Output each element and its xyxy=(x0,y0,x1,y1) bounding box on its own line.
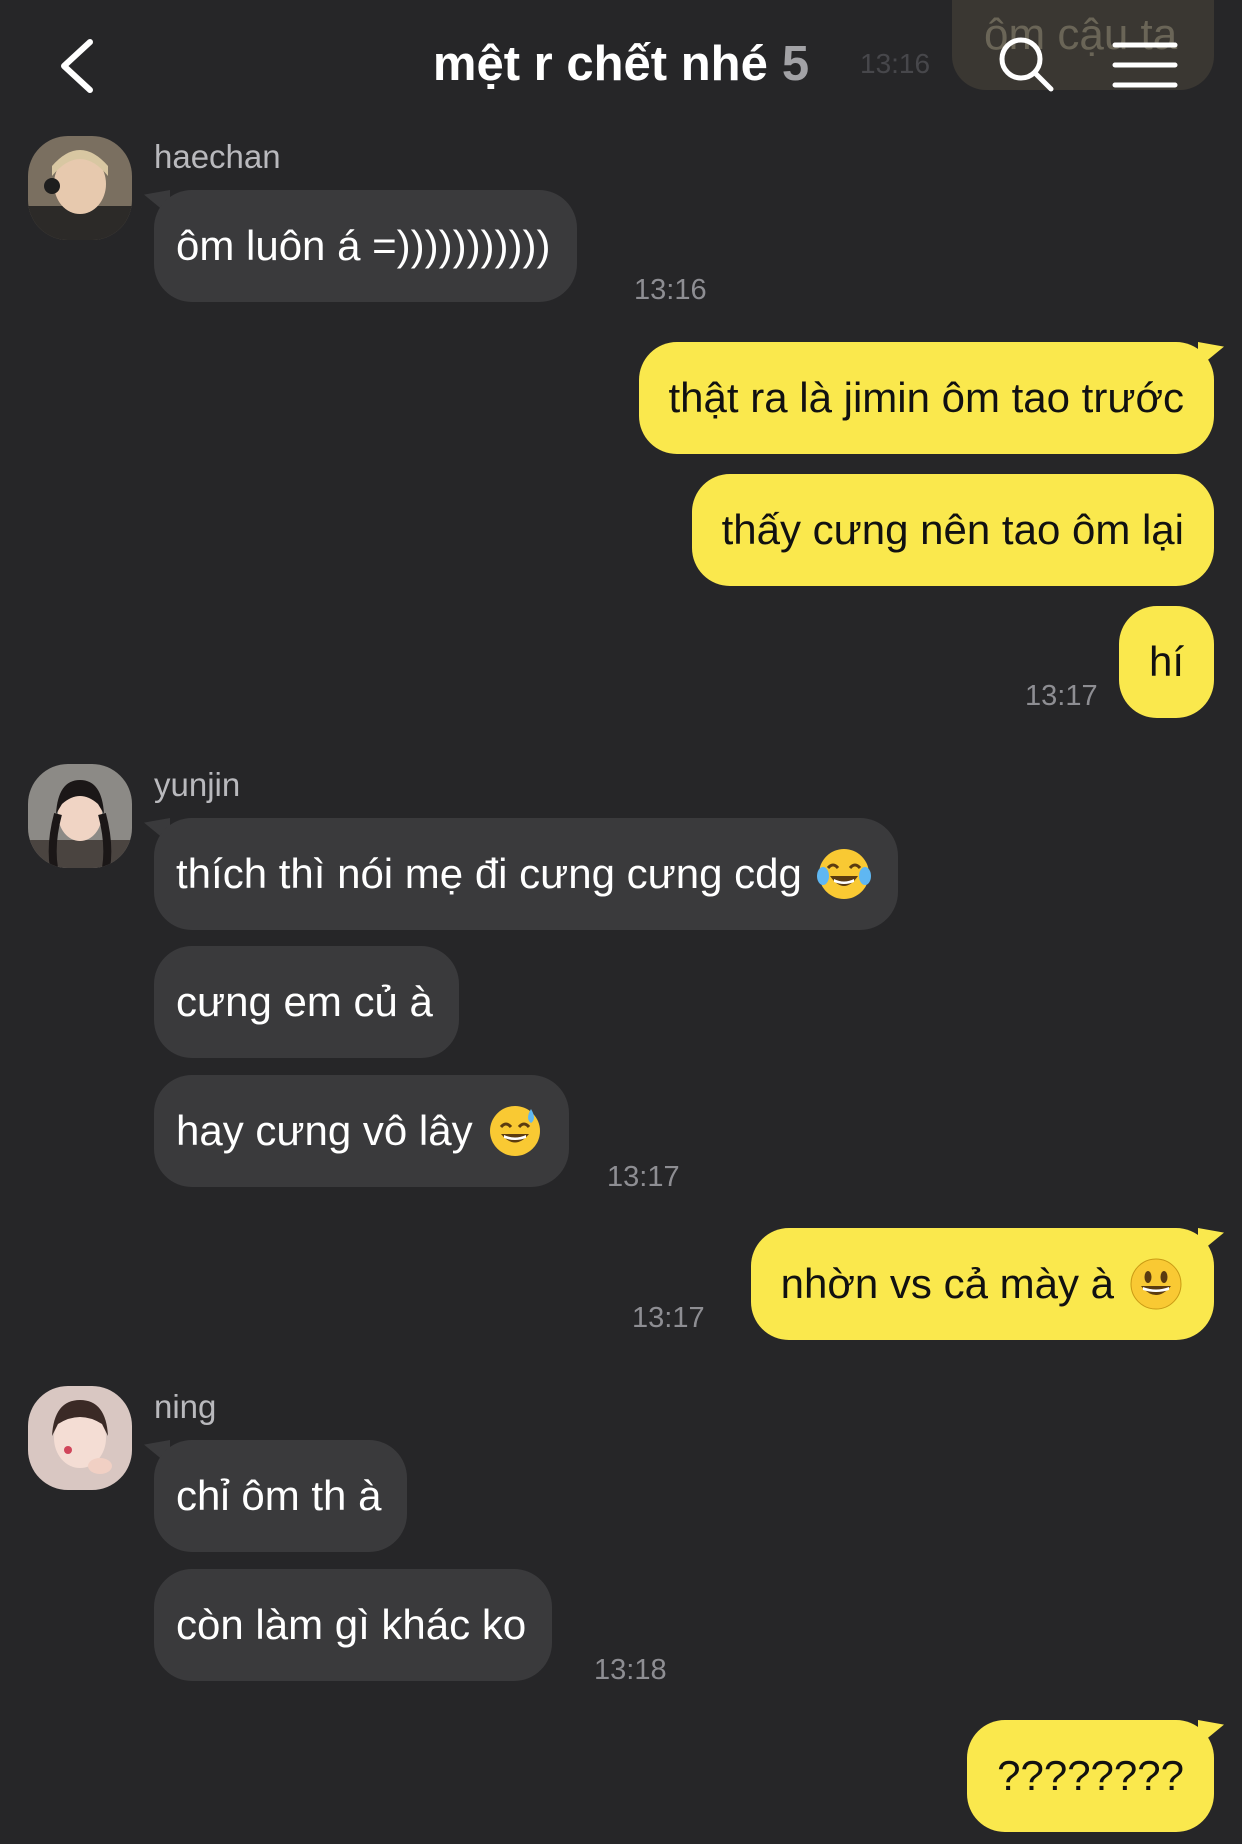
message-text: hí xyxy=(1148,638,1184,685)
avatar-image xyxy=(28,136,132,240)
message-text: hay cưng vô lây xyxy=(176,1107,473,1154)
message-text: còn làm gì khác ko xyxy=(176,1601,527,1648)
message-time: 13:16 xyxy=(634,274,707,306)
message-bubble-outgoing[interactable]: hí xyxy=(1118,606,1214,718)
message-bubble-outgoing[interactable]: nhờn vs cả mày à xyxy=(750,1228,1214,1340)
message-time: 13:18 xyxy=(594,1654,667,1686)
laughing-tears-emoji-icon xyxy=(816,849,871,899)
chat-title-text: mệt r chết nhé xyxy=(432,37,768,91)
menu-button[interactable] xyxy=(1112,40,1178,90)
message-bubble-incoming[interactable]: ôm luôn á =))))))))))) xyxy=(154,190,577,302)
message-text: thích thì nói mẹ đi cưng cưng cdg xyxy=(176,850,802,897)
avatar-yunjin[interactable] xyxy=(28,764,132,868)
sender-name: yunjin xyxy=(154,766,241,803)
message-bubble-incoming[interactable]: hay cưng vô lây xyxy=(154,1075,569,1187)
message-bubble-incoming[interactable]: chỉ ôm th à xyxy=(154,1440,408,1552)
avatar-image xyxy=(28,1386,132,1490)
menu-icon xyxy=(1112,42,1178,88)
message-text: nhờn vs cả mày à xyxy=(780,1260,1114,1307)
member-count: 5 xyxy=(781,37,810,91)
message-time: 13:17 xyxy=(607,1161,680,1193)
message-bubble-incoming[interactable]: còn làm gì khác ko xyxy=(154,1569,553,1681)
message-bubble-incoming[interactable]: cưng em củ à xyxy=(154,946,459,1058)
message-text: ôm luôn á =))))))))))) xyxy=(176,222,551,269)
message-text: chỉ ôm th à xyxy=(176,1472,382,1519)
sender-name: haechan xyxy=(154,138,281,175)
message-text: ???????? xyxy=(997,1752,1184,1799)
sender-name: ning xyxy=(154,1388,217,1425)
avatar-haechan[interactable] xyxy=(28,136,132,240)
avatar-ning[interactable] xyxy=(28,1386,132,1490)
message-text: thật ra là jimin ôm tao trước xyxy=(668,374,1184,421)
sweat-smile-emoji-icon xyxy=(489,1106,540,1156)
message-bubble-outgoing[interactable]: thật ra là jimin ôm tao trước xyxy=(638,342,1214,454)
message-bubble-outgoing[interactable]: ???????? xyxy=(967,1720,1214,1832)
message-bubble-outgoing[interactable]: thấy cưng nên tao ôm lại xyxy=(691,474,1214,586)
avatar-image xyxy=(28,764,132,868)
message-time: 13:17 xyxy=(1025,680,1098,712)
message-text: thấy cưng nên tao ôm lại xyxy=(721,506,1184,553)
search-button[interactable] xyxy=(996,34,1056,94)
message-bubble-incoming[interactable]: thích thì nói mẹ đi cưng cưng cdg xyxy=(154,818,898,930)
grinning-emoji-icon xyxy=(1130,1258,1182,1310)
message-text: cưng em củ à xyxy=(176,978,433,1025)
search-icon xyxy=(999,37,1054,92)
message-time: 13:17 xyxy=(632,1302,705,1334)
